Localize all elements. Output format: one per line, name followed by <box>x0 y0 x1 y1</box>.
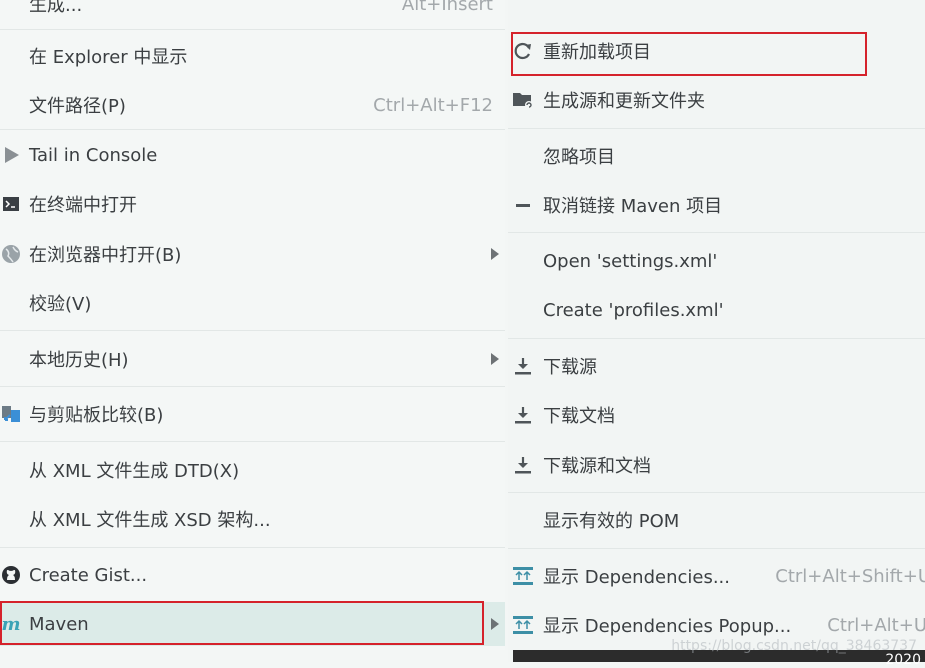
menu-item-create-gist[interactable]: Create Gist... <box>0 553 505 597</box>
menu-item-label: 下载源 <box>543 357 597 378</box>
menu-item-generate-sources[interactable]: 生成源和更新文件夹 <box>508 78 925 122</box>
menu-item-effective-pom[interactable]: 显示有效的 POM <box>508 498 925 542</box>
submenu-arrow-icon <box>491 248 499 260</box>
menu-item-file-path[interactable]: 文件路径(P) Ctrl+Alt+F12 <box>0 83 505 127</box>
menu-separator <box>0 330 505 331</box>
menu-separator <box>0 29 505 30</box>
menu-item-open-in-browser[interactable]: 在浏览器中打开(B) <box>0 232 505 276</box>
menu-item-label: 生成... <box>29 0 83 16</box>
project-context-menu: 生成... Alt+Insert 在 Explorer 中显示 文件路径(P) … <box>0 0 505 650</box>
menu-separator <box>0 547 505 548</box>
menu-item-shortcut: Ctrl+Alt+Shift+U <box>775 565 925 587</box>
menu-item-label: 显示有效的 POM <box>543 511 680 532</box>
menu-separator <box>508 548 925 549</box>
menu-item-label: 校验(V) <box>29 294 92 315</box>
menu-item-label: 在浏览器中打开(B) <box>29 245 182 266</box>
submenu-arrow-icon <box>491 618 499 630</box>
menu-item-download-sources[interactable]: 下载源 <box>508 344 925 388</box>
menu-item-download-docs[interactable]: 下载文档 <box>508 393 925 437</box>
download-icon <box>512 404 534 426</box>
download-icon <box>512 355 534 377</box>
minus-icon <box>512 194 534 216</box>
menu-separator <box>508 232 925 233</box>
menu-item-ignore-project[interactable]: 忽略项目 <box>508 134 925 178</box>
dependencies-icon <box>512 614 534 636</box>
download-icon <box>512 454 534 476</box>
menu-item-tail-in-console[interactable]: Tail in Console <box>0 133 505 177</box>
menu-item-label: 在终端中打开 <box>29 195 137 216</box>
menu-item-label: 本地历史(H) <box>29 350 129 371</box>
menu-item-label: Create Gist... <box>29 564 148 586</box>
menu-item-label: 文件路径(P) <box>29 96 126 117</box>
menu-item-label: Open 'settings.xml' <box>543 250 718 272</box>
menu-item-download-sources-docs[interactable]: 下载源和文档 <box>508 443 925 487</box>
highlight-box-maven <box>0 601 484 645</box>
menu-item-label: 下载源和文档 <box>543 456 651 477</box>
menu-item-label: 下载文档 <box>543 406 615 427</box>
menu-item-label: 从 XML 文件生成 XSD 架构... <box>29 510 271 531</box>
menu-item-unlink-project[interactable]: 取消链接 Maven 项目 <box>508 183 925 227</box>
menu-item-label: 与剪贴板比较(B) <box>29 405 164 426</box>
menu-separator <box>0 386 505 387</box>
menu-item-label: 显示 Dependencies... <box>543 567 730 588</box>
menu-item-open-in-terminal[interactable]: 在终端中打开 <box>0 182 505 226</box>
menu-item-label: 显示 Dependencies Popup... <box>543 616 792 637</box>
menu-separator <box>508 492 925 493</box>
compare-icon <box>0 403 22 425</box>
menu-separator <box>0 129 505 130</box>
watermark: https://blog.csdn.net/qq_38463737 <box>671 638 917 654</box>
play-icon <box>0 144 22 166</box>
menu-item-label: 忽略项目 <box>543 147 615 168</box>
menu-item-generate-xsd[interactable]: 从 XML 文件生成 XSD 架构... <box>0 497 505 541</box>
menu-item-create-profiles[interactable]: Create 'profiles.xml' <box>508 288 925 332</box>
dependencies-icon <box>512 565 534 587</box>
globe-icon <box>0 243 22 265</box>
menu-item-label: 取消链接 Maven 项目 <box>543 196 723 217</box>
menu-item-shortcut: Alt+Insert <box>401 0 493 15</box>
menu-item-label: 从 XML 文件生成 DTD(X) <box>29 461 240 482</box>
menu-item-generate-dtd[interactable]: 从 XML 文件生成 DTD(X) <box>0 448 505 492</box>
menu-item-generate[interactable]: 生成... Alt+Insert <box>0 0 505 26</box>
menu-item-label: Tail in Console <box>29 144 158 166</box>
menu-separator <box>508 338 925 339</box>
menu-item-show-dependencies[interactable]: 显示 Dependencies... Ctrl+Alt+Shift+U <box>508 554 925 598</box>
terminal-icon <box>0 193 22 215</box>
menu-item-label: 生成源和更新文件夹 <box>543 91 705 112</box>
menu-separator <box>0 441 505 442</box>
menu-item-label: Create 'profiles.xml' <box>543 299 724 321</box>
highlight-box-reload <box>511 32 867 76</box>
menu-item-show-in-explorer[interactable]: 在 Explorer 中显示 <box>0 34 505 78</box>
folder-sync-icon <box>512 89 534 111</box>
menu-separator <box>508 128 925 129</box>
taskbar-clock-year: 2020 <box>885 652 921 668</box>
submenu-arrow-icon <box>491 353 499 365</box>
menu-item-shortcut: Ctrl+Alt+F12 <box>373 94 493 116</box>
menu-item-open-settings[interactable]: Open 'settings.xml' <box>508 239 925 283</box>
github-icon <box>0 564 22 586</box>
menu-item-shortcut: Ctrl+Alt+U <box>827 614 925 636</box>
menu-item-validate[interactable]: 校验(V) <box>0 281 505 325</box>
maven-submenu: 重新加载项目 生成源和更新文件夹 忽略项目 取消链接 Maven 项目 Open… <box>508 0 925 662</box>
menu-item-label: 在 Explorer 中显示 <box>29 47 188 68</box>
menu-item-compare-clipboard[interactable]: 与剪贴板比较(B) <box>0 392 505 436</box>
menu-item-local-history[interactable]: 本地历史(H) <box>0 337 505 381</box>
